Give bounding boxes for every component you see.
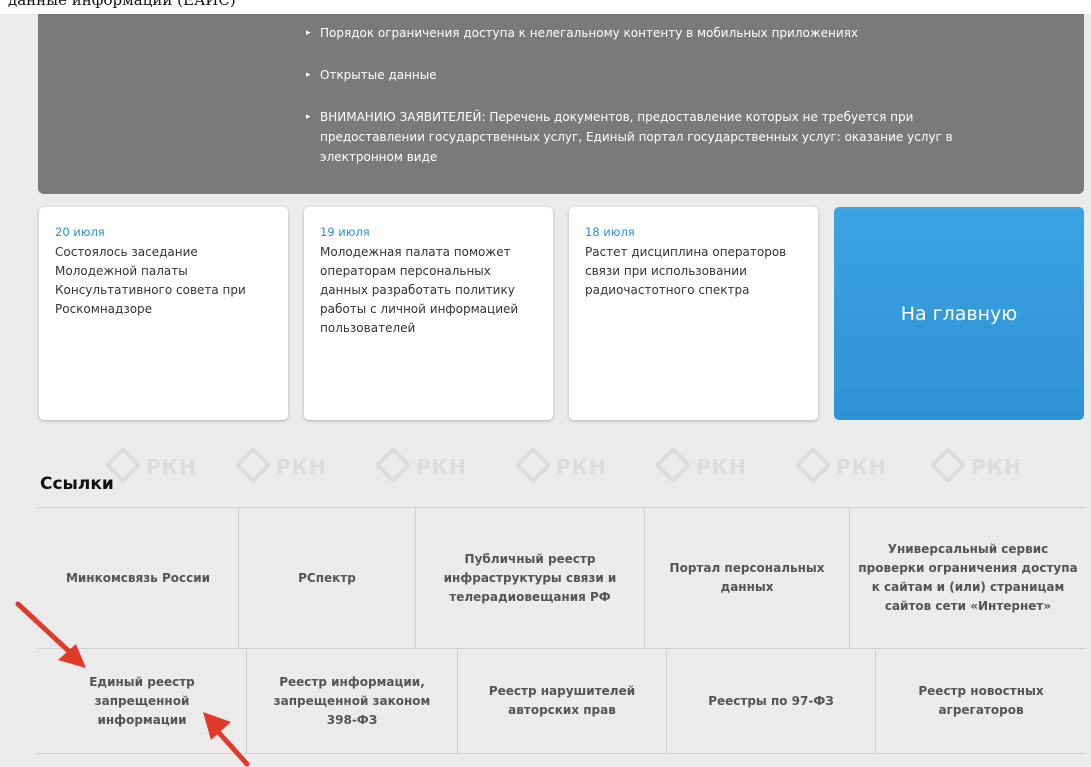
links-row: Единый реестр запрещенной информации Рее…	[38, 649, 1086, 753]
links-row: Минкомсвязь России РСпектр Публичный рее…	[38, 508, 1086, 649]
link-public-registry[interactable]: Публичный реестр инфраструктуры связи и …	[416, 508, 645, 648]
link-access-check-service[interactable]: Универсальный сервис проверки ограничени…	[850, 508, 1086, 648]
news-date: 20 июля	[55, 225, 105, 239]
watermark: РКН	[654, 446, 747, 484]
rkn-logo-icon	[514, 446, 552, 484]
link-news-aggregators[interactable]: Реестр новостных агрегаторов	[876, 649, 1086, 753]
watermark: РКН	[234, 446, 327, 484]
news-card[interactable]: 18 июля Растет дисциплина операторов свя…	[569, 207, 818, 420]
menu-link-label: Открытые данные	[320, 68, 437, 82]
watermark: РКН	[104, 446, 197, 484]
link-minkomsvyaz[interactable]: Минкомсвязь России	[38, 508, 239, 648]
home-button[interactable]: На главную	[834, 207, 1084, 420]
link-rspektr[interactable]: РСпектр	[239, 508, 416, 648]
news-title: Состоялось заседание Молодежной палаты К…	[55, 245, 246, 316]
links-heading: Ссылки	[40, 474, 114, 494]
news-card[interactable]: 20 июля Состоялось заседание Молодежной …	[39, 207, 288, 420]
watermark: РКН	[514, 446, 607, 484]
news-date: 19 июля	[320, 225, 370, 239]
links-grid: Минкомсвязь России РСпектр Публичный рее…	[38, 507, 1086, 754]
link-registries-97fz[interactable]: Реестры по 97-ФЗ	[667, 649, 876, 753]
top-clipped-label: данные информации (ЕАИС)	[8, 0, 236, 9]
link-unified-registry[interactable]: Единый реестр запрещенной информации	[38, 649, 247, 753]
bullet-icon: ▸	[306, 70, 311, 80]
menu-link-label: ВНИМАНИЮ ЗАЯВИТЕЛЕЙ: Перечень документов…	[320, 110, 953, 164]
news-title: Растет дисциплина операторов связи при и…	[585, 245, 787, 297]
news-date: 18 июля	[585, 225, 635, 239]
watermark: РКН	[929, 446, 1022, 484]
rkn-logo-icon	[794, 446, 832, 484]
link-personal-data-portal[interactable]: Портал персональных данных	[645, 508, 850, 648]
news-card[interactable]: 19 июля Молодежная палата поможет операт…	[304, 207, 553, 420]
bullet-icon: ▸	[306, 28, 311, 38]
bullet-icon: ▸	[306, 112, 311, 122]
rkn-logo-icon	[234, 446, 272, 484]
rkn-logo-icon	[654, 446, 692, 484]
watermark: РКН	[794, 446, 887, 484]
rkn-logo-icon	[929, 446, 967, 484]
top-clipped-text: данные информации (ЕАИС)	[0, 0, 1091, 14]
link-registry-398fz[interactable]: Реестр информации, запрещенной законом 3…	[247, 649, 458, 753]
menu-link-label: Порядок ограничения доступа к нелегально…	[320, 26, 859, 40]
news-title: Молодежная палата поможет операторам пер…	[320, 245, 519, 335]
watermark: РКН	[374, 446, 467, 484]
rkn-logo-icon	[374, 446, 412, 484]
link-copyright-violators[interactable]: Реестр нарушителей авторских прав	[458, 649, 667, 753]
gray-info-menu: ▸ Порядок ограничения доступа к нелегаль…	[38, 14, 1084, 194]
